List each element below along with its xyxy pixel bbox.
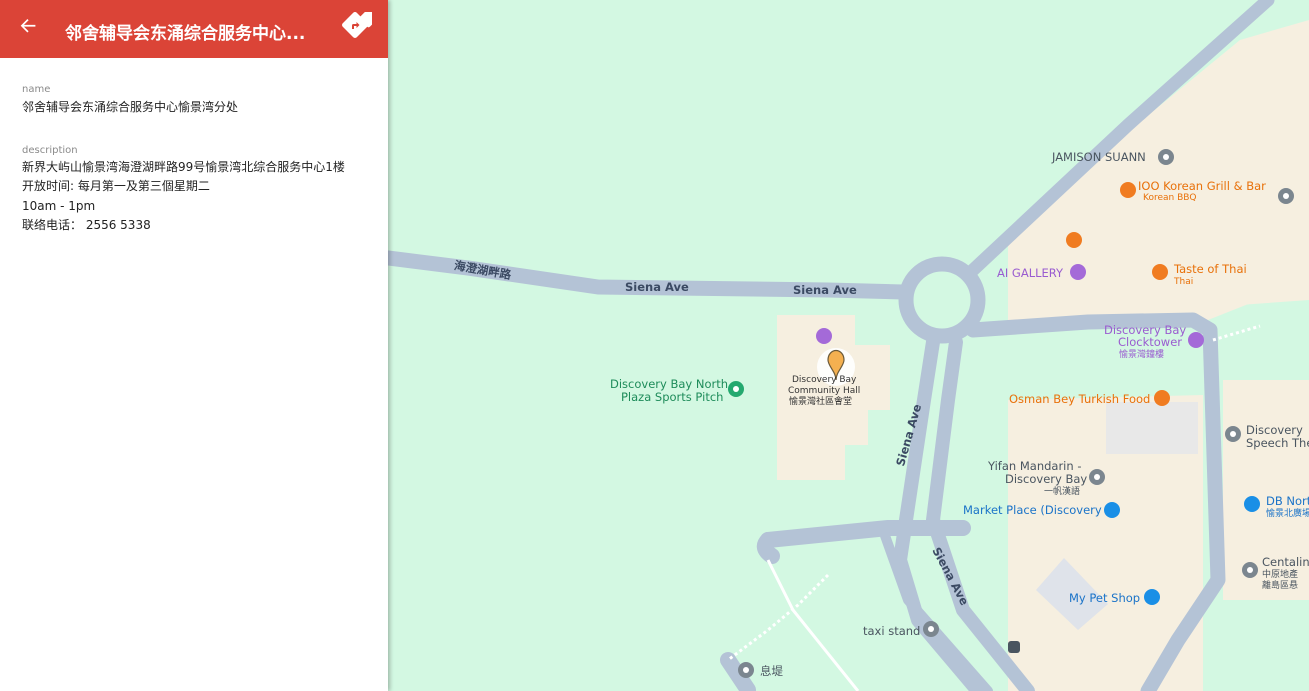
back-button[interactable] (14, 14, 44, 44)
description-line: 新界大屿山愉景湾海澄湖畔路99号愉景湾北综合服务中心1楼 (22, 159, 345, 174)
poi-label: 息堤 (760, 664, 783, 678)
poi-label: 愉景灣鐘樓 (1119, 348, 1164, 360)
poi-label: 愉景北廣場 (1266, 507, 1309, 519)
road-label: 海澄湖畔路 (453, 258, 513, 282)
poi-label: Thai (1173, 277, 1193, 287)
poi-label: Market Place (Discovery (963, 503, 1102, 517)
poi-label: 離島區悬 (1262, 579, 1298, 591)
poi-label: Osman Bey Turkish Food (1009, 392, 1150, 406)
name-value: 邻舍辅导会东涌综合服务中心愉景湾分处 (22, 100, 239, 114)
arrow-back-icon (20, 19, 36, 33)
poi-label: Discovery Bay (792, 375, 857, 385)
description-line: 联络电话： 2556 5338 (22, 218, 151, 232)
details-panel: 邻舍辅导会东涌综合服务中心... name 邻舍辅导会东涌综合服务中心愉景湾分处… (0, 0, 388, 691)
footpath (727, 573, 830, 662)
parking-area (1106, 402, 1198, 454)
restaurant-icon[interactable] (1154, 390, 1170, 406)
description-line: 开放时间: 每月第一及第三個星期二 (22, 179, 210, 193)
poi-label: Community Hall (788, 386, 860, 396)
road-label: Siena Ave (793, 283, 857, 297)
landmark-icon[interactable] (1188, 332, 1204, 348)
poi-label: Plaza Sports Pitch (621, 390, 723, 404)
poi-label: IOO Korean Grill & Bar (1138, 179, 1266, 193)
poi-label: Speech The (1246, 436, 1309, 450)
poi-label: AI GALLERY (997, 266, 1064, 280)
roundabout (898, 256, 986, 344)
poi-label: Taste of Thai (1173, 262, 1247, 276)
shopping-cart-icon[interactable] (1104, 502, 1120, 518)
shop-icon[interactable] (1144, 589, 1160, 605)
road-label: Siena Ave (625, 280, 689, 294)
description-label: description (22, 144, 78, 156)
community-hall-icon[interactable] (816, 328, 832, 344)
gallery-icon[interactable] (1070, 264, 1086, 280)
description-value: 新界大屿山愉景湾海澄湖畔路99号愉景湾北综合服务中心1楼 开放时间: 每月第一及… (22, 158, 388, 236)
directions-button[interactable] (340, 9, 378, 44)
description-line: 10am - 1pm (22, 198, 96, 213)
directions-icon (342, 9, 378, 38)
poi-label: Discovery Bay North (610, 377, 728, 391)
poi-label: taxi stand (863, 624, 920, 638)
map-svg[interactable]: 海澄湖畔路 Siena Ave Siena Ave Siena Ave Sien… (388, 0, 1309, 691)
poi-label: JAMISON SUANN (1051, 150, 1146, 164)
poi-label: 一帆漢語 (1044, 485, 1080, 497)
poi-label: My Pet Shop (1069, 591, 1140, 605)
panel-header: 邻舍辅导会东涌综合服务中心... (0, 0, 388, 58)
poi-label: 愉景灣社區會堂 (789, 395, 852, 407)
restaurant-icon[interactable] (1152, 264, 1168, 280)
poi-label: Korean BBQ (1143, 193, 1197, 203)
poi-label: Discovery (1246, 423, 1303, 437)
map-canvas[interactable]: 海澄湖畔路 Siena Ave Siena Ave Siena Ave Sien… (388, 0, 1309, 691)
place-title: 邻舍辅导会东涌综合服务中心... (65, 24, 306, 44)
name-label: name (22, 84, 51, 95)
poi-label: Clocktower (1118, 335, 1182, 349)
footpath (1212, 324, 1261, 342)
poi-label: 中原地產 (1262, 568, 1298, 580)
poi-label: Yifan Mandarin - (987, 459, 1081, 473)
poi-label: Discovery Bay (1005, 472, 1087, 486)
shop-icon[interactable] (1244, 496, 1260, 512)
restaurant-icon[interactable] (1066, 232, 1082, 248)
poi-label: Centalin (1262, 555, 1309, 569)
poi-label: DB Nort (1266, 494, 1309, 508)
restaurant-icon[interactable] (1120, 182, 1136, 198)
bus-stop-icon[interactable] (1008, 641, 1020, 653)
